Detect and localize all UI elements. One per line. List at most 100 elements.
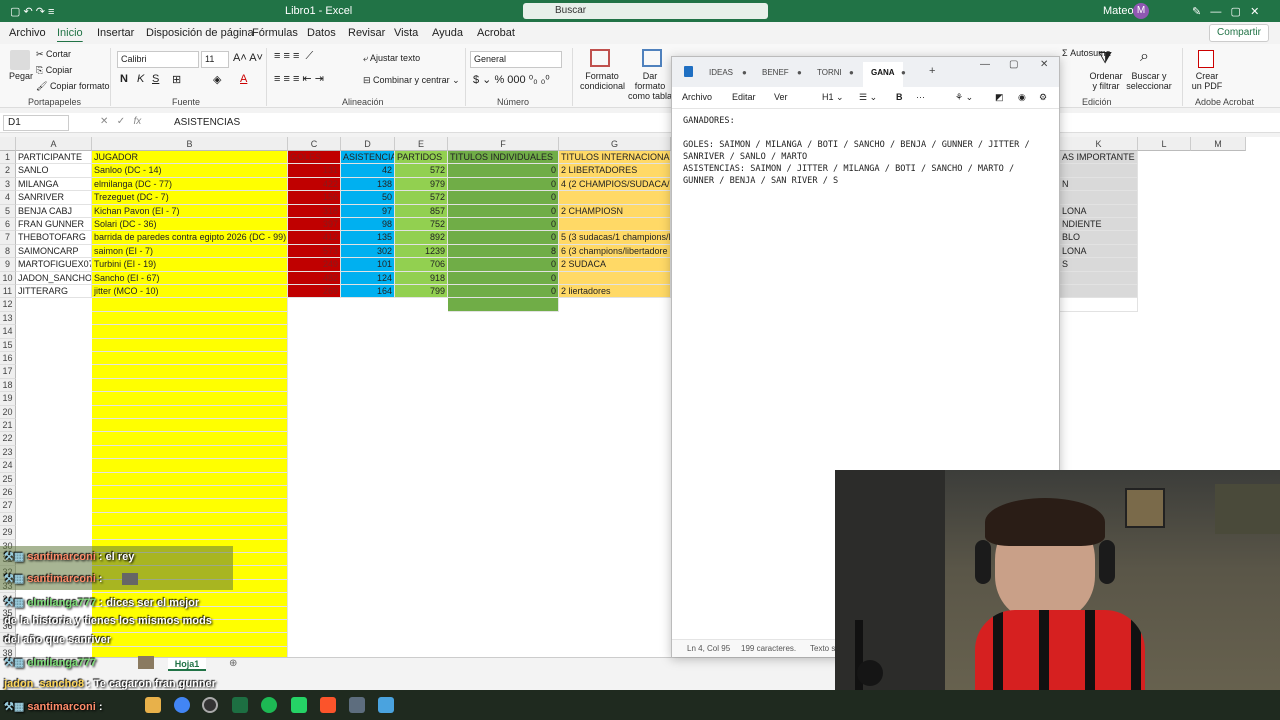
cell[interactable]: ASISTENCIAS — [341, 151, 395, 165]
cell[interactable]: 0 — [448, 258, 559, 272]
notepad-tab[interactable]: IDEAS — [709, 68, 733, 77]
paste-button[interactable]: Pegar — [9, 71, 33, 81]
column-header[interactable]: K — [1060, 137, 1138, 151]
cell[interactable] — [92, 311, 288, 326]
cell[interactable]: 4 (2 CHAMPIOS/SUDACA/LI — [559, 177, 671, 192]
notepad-tab-active[interactable]: GANA — [863, 62, 903, 87]
bold-icon[interactable]: B — [896, 92, 903, 102]
column-header[interactable]: A — [16, 137, 92, 151]
cell[interactable]: Turbini (EI - 19) — [92, 258, 288, 272]
cell[interactable]: 2 LIBERTADORES — [559, 164, 671, 178]
font-grow-icon[interactable]: A˄ A˅ — [233, 52, 263, 64]
cell[interactable] — [92, 526, 288, 540]
cell[interactable]: Sanloo (DC - 14) — [92, 164, 288, 178]
account-icon[interactable]: ◉ — [1018, 92, 1026, 103]
row-header[interactable]: 3 — [0, 177, 16, 192]
cell[interactable]: 164 — [341, 285, 395, 299]
cell[interactable]: 156 — [288, 191, 341, 205]
cell[interactable]: 101 — [341, 258, 395, 272]
cell[interactable]: 1239 — [395, 244, 448, 259]
cell[interactable] — [92, 486, 288, 500]
italic-button[interactable]: K — [137, 73, 144, 85]
cell[interactable]: 135 — [341, 231, 395, 245]
cell[interactable]: 2 CHAMPIOSN — [559, 204, 671, 218]
cell[interactable] — [92, 365, 288, 379]
row-header[interactable]: 21 — [0, 419, 16, 433]
merge-center-button[interactable]: ⊟ Combinar y centrar ⌄ — [363, 75, 460, 86]
cell[interactable]: 0 — [448, 271, 559, 285]
column-header[interactable]: D — [341, 137, 395, 151]
borders-icon[interactable]: ⊞ — [172, 73, 181, 86]
column-header[interactable]: E — [395, 137, 448, 151]
column-header[interactable]: F — [448, 137, 559, 151]
tab-insertar[interactable]: Insertar — [97, 27, 134, 39]
menu-archivo[interactable]: Archivo — [682, 92, 712, 102]
autosave-icon[interactable]: ▢ ↶ ↷ ≡ — [10, 5, 54, 18]
copilot-icon[interactable]: ⚘ ⌄ — [955, 92, 973, 103]
cell[interactable]: 892 — [395, 231, 448, 245]
cell[interactable]: 412 — [288, 231, 341, 245]
cell[interactable]: S — [1060, 258, 1138, 272]
cell[interactable]: 918 — [395, 271, 448, 285]
format-table-button[interactable]: Dar formato como tabla — [627, 71, 673, 101]
cell[interactable] — [92, 432, 288, 446]
cell[interactable] — [559, 271, 671, 285]
cell[interactable]: 0 — [448, 177, 559, 192]
cell[interactable]: SANRIVER — [16, 191, 92, 205]
cell[interactable]: elmilanga (DC - 77) — [92, 177, 288, 192]
share-button[interactable]: Compartir — [1209, 24, 1269, 42]
chrome-icon[interactable] — [174, 697, 190, 713]
calculator-icon[interactable] — [349, 697, 365, 713]
cell[interactable]: saimon (EI - 7) — [92, 244, 288, 259]
avatar[interactable]: M — [1133, 3, 1149, 19]
cell[interactable]: 0 — [448, 204, 559, 218]
find-select-button[interactable]: Buscar y seleccionar — [1124, 71, 1174, 91]
close-icon[interactable]: ✕ — [1040, 59, 1048, 70]
cell[interactable]: 0 — [448, 191, 559, 205]
cell[interactable] — [92, 445, 288, 460]
cell[interactable]: 0 — [448, 164, 559, 178]
font-size-select[interactable]: 11 — [201, 51, 229, 68]
file-explorer-icon[interactable] — [145, 697, 161, 713]
row-header[interactable]: 18 — [0, 378, 16, 393]
tab-disposicion[interactable]: Disposición de página — [146, 27, 254, 39]
notepad-tab[interactable]: BENEF — [762, 68, 789, 77]
cell[interactable] — [92, 405, 288, 419]
cell[interactable]: 0 — [448, 218, 559, 232]
add-sheet-icon[interactable]: ⊕ — [229, 658, 237, 669]
cell[interactable]: 6 (3 champions/libertadore — [559, 244, 671, 259]
cell[interactable]: 97 — [341, 204, 395, 218]
cell[interactable] — [1060, 164, 1138, 178]
cell[interactable]: 8 — [448, 244, 559, 259]
number-format-select[interactable]: General — [470, 51, 562, 68]
tab-inicio[interactable]: Inicio — [57, 27, 83, 39]
cell[interactable]: 302 — [341, 244, 395, 259]
column-header[interactable]: L — [1138, 137, 1191, 151]
notepad-tab[interactable]: TORNI — [817, 68, 842, 77]
column-header[interactable]: C — [288, 137, 341, 151]
font-color-icon[interactable]: A — [240, 73, 247, 85]
cell[interactable] — [92, 338, 288, 352]
format-painter-button[interactable]: 🖌 Copiar formato — [36, 81, 109, 92]
cell[interactable]: barrida de paredes contra egipto 2026 (D… — [92, 231, 288, 245]
cell[interactable]: Kichan Pavon (EI - 7) — [92, 204, 288, 218]
cell[interactable] — [1060, 285, 1138, 299]
cell[interactable]: 0 — [448, 285, 559, 299]
cell[interactable]: FRAN GUNNER — [16, 218, 92, 232]
row-header[interactable]: 1 — [0, 151, 16, 165]
cell[interactable]: 269 — [288, 285, 341, 299]
font-name-select[interactable]: Calibri — [117, 51, 199, 68]
cell[interactable]: Solari (DC - 36) — [92, 218, 288, 232]
sort-filter-button[interactable]: Ordenar y filtrar — [1086, 71, 1126, 91]
row-header[interactable]: 12 — [0, 298, 16, 312]
cell[interactable]: GOLES — [288, 151, 341, 165]
cell[interactable] — [448, 298, 559, 312]
cell[interactable]: 572 — [395, 164, 448, 178]
cell[interactable]: JADON_SANCHO8 — [16, 271, 92, 285]
obs-icon[interactable] — [202, 697, 218, 713]
underline-button[interactable]: S — [152, 73, 159, 85]
tab-datos[interactable]: Datos — [307, 27, 336, 39]
tab-archivo[interactable]: Archivo — [9, 27, 46, 39]
create-pdf-button[interactable]: Crear un PDF — [1190, 71, 1224, 91]
row-header[interactable]: 22 — [0, 432, 16, 446]
